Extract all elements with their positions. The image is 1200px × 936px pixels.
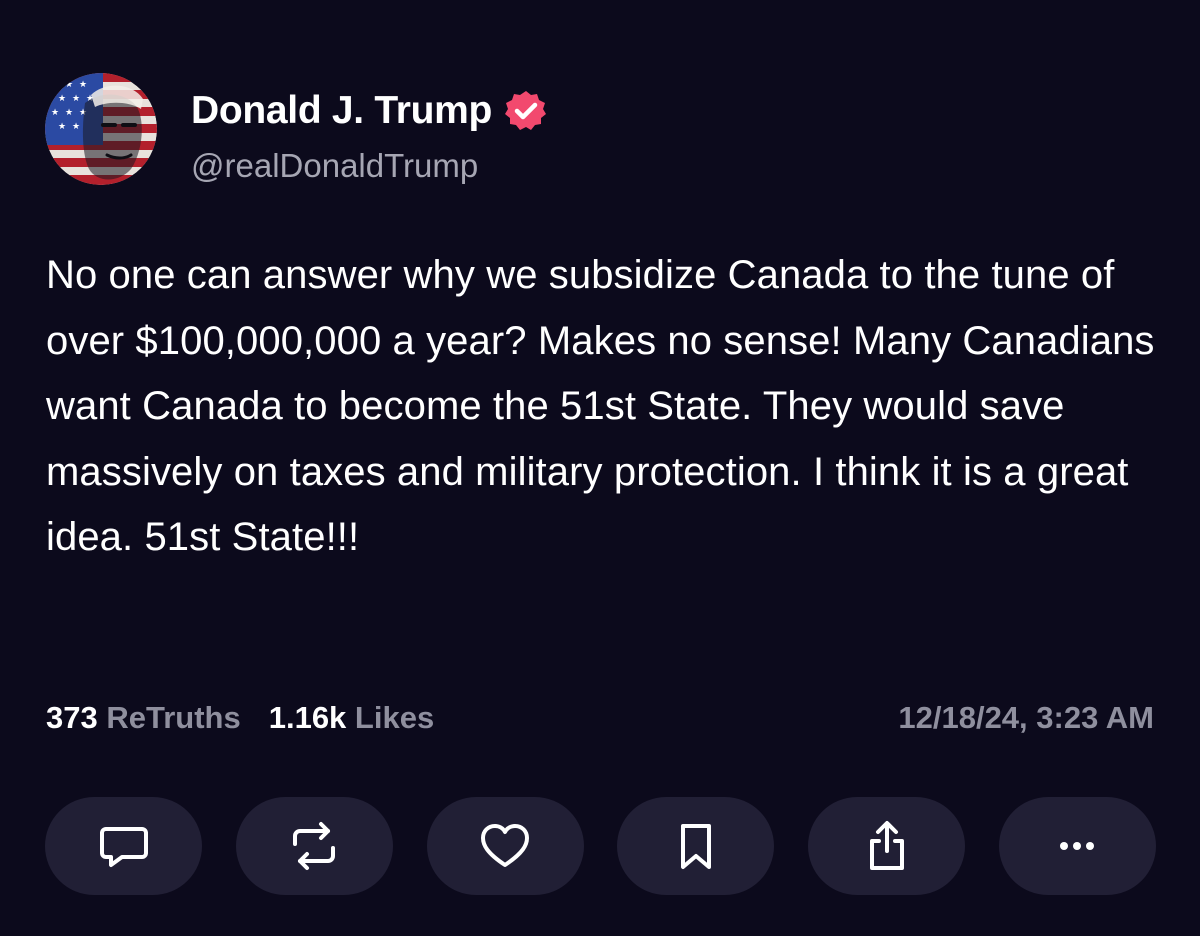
bookmark-button[interactable] xyxy=(617,797,775,895)
share-icon xyxy=(869,821,904,870)
ellipsis-icon xyxy=(1060,842,1095,850)
svg-text:★: ★ xyxy=(79,80,87,90)
reply-button[interactable] xyxy=(45,797,202,895)
retruths-count: 373 xyxy=(46,700,98,735)
likes-label: Likes xyxy=(354,700,435,735)
likes-count: 1.16k xyxy=(268,700,347,735)
svg-text:★: ★ xyxy=(65,108,73,118)
svg-text:★: ★ xyxy=(58,122,66,132)
heart-icon xyxy=(481,824,530,867)
verified-badge-icon xyxy=(504,89,548,133)
repost-arrows-icon xyxy=(293,822,336,870)
display-name-text: Donald J. Trump xyxy=(191,89,493,132)
action-bar xyxy=(45,797,1156,895)
bookmark-icon xyxy=(680,824,711,869)
retruths-label: ReTruths xyxy=(106,700,241,735)
likes-stat[interactable]: 1.16k Likes xyxy=(269,700,434,735)
post-timestamp: 12/18/24, 3:23 AM xyxy=(898,700,1154,735)
svg-text:★: ★ xyxy=(65,80,73,90)
svg-text:★: ★ xyxy=(72,94,80,104)
svg-text:★: ★ xyxy=(51,108,59,118)
display-name[interactable]: Donald J. Trump xyxy=(191,86,548,136)
retruths-stat[interactable]: 373 ReTruths xyxy=(46,700,241,735)
avatar[interactable]: ★ ★ ★ ★ ★ ★ ★ ★ ★ ★ ★ xyxy=(45,73,157,185)
truth-post: ★ ★ ★ ★ ★ ★ ★ ★ ★ ★ ★ Donald J. Trump @realDona… xyxy=(0,0,1200,936)
post-stats: 373 ReTruths 1.16k Likes xyxy=(46,697,434,739)
svg-text:★: ★ xyxy=(72,122,80,132)
retruth-button[interactable] xyxy=(235,797,393,895)
svg-text:★: ★ xyxy=(58,94,66,104)
share-button[interactable] xyxy=(808,797,966,895)
speech-bubble-icon xyxy=(99,827,148,867)
like-button[interactable] xyxy=(426,797,584,895)
more-options-button[interactable] xyxy=(998,797,1156,895)
avatar-image: ★ ★ ★ ★ ★ ★ ★ ★ ★ ★ ★ xyxy=(45,73,157,185)
user-handle[interactable]: @realDonaldTrump xyxy=(191,144,478,188)
svg-text:★: ★ xyxy=(51,80,59,90)
post-text: No one can answer why we subsidize Canad… xyxy=(46,253,1155,559)
